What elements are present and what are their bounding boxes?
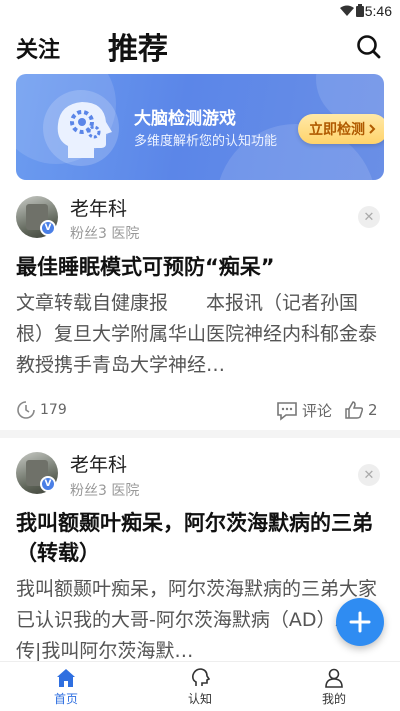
status-bar: 5:46: [0, 0, 400, 24]
verified-icon: V: [40, 476, 56, 492]
author-name[interactable]: 老年科: [70, 194, 127, 221]
comment-icon: [277, 401, 297, 421]
top-nav: 关注 推荐: [0, 22, 400, 68]
comment-button[interactable]: 评论: [276, 400, 332, 421]
tab-follow[interactable]: 关注: [16, 32, 60, 64]
brain-test-banner[interactable]: 大脑检测游戏 多维度解析您的认知功能 立即检测: [16, 74, 384, 180]
banner-subtitle: 多维度解析您的认知功能: [134, 134, 278, 149]
like-count: 2: [368, 401, 378, 419]
post-card[interactable]: V 老年科 粉丝3 医院 ✕ 最佳睡眠模式可预防“痴呆” 文章转载自健康报 本报…: [0, 186, 400, 430]
verified-icon: V: [40, 220, 56, 236]
tab-recommend[interactable]: 推荐: [108, 24, 168, 68]
nav-cognition[interactable]: 认知: [150, 662, 250, 711]
plus-icon: [349, 611, 371, 633]
nav-profile-label: 我的: [321, 692, 346, 706]
view-count-value: 179: [40, 402, 67, 418]
nav-profile[interactable]: 我的: [284, 662, 384, 711]
post-footer: 179 评论 2: [0, 400, 400, 428]
nav-cognition-label: 认知: [187, 692, 212, 706]
close-icon[interactable]: ✕: [358, 206, 380, 228]
search-icon[interactable]: [356, 34, 382, 60]
chevron-right-icon: [369, 124, 376, 134]
nav-home-label: 首页: [53, 692, 78, 706]
post-title[interactable]: 我叫额颞叶痴呆，阿尔茨海默病的三弟（转载）: [16, 508, 386, 568]
bottom-nav: 首页 认知 我的: [0, 661, 400, 711]
battery-icon: [356, 4, 364, 17]
views-icon: [17, 401, 35, 419]
banner-title: 大脑检测游戏: [134, 109, 236, 129]
start-test-label: 立即检测: [309, 122, 365, 138]
divider: [0, 430, 400, 438]
comment-label: 评论: [302, 402, 333, 420]
nav-home[interactable]: 首页: [16, 662, 116, 711]
close-icon[interactable]: ✕: [358, 464, 380, 486]
author-meta: 粉丝3 医院: [70, 483, 140, 499]
brain-icon: [192, 668, 210, 686]
status-time: 5:46: [364, 3, 392, 19]
wifi-icon: [340, 5, 354, 16]
post-excerpt[interactable]: 文章转载自健康报 本报讯（记者孙国根）复旦大学附属华山医院神经内科郁金泰教授携手…: [16, 288, 386, 381]
person-icon: [325, 668, 343, 688]
post-excerpt[interactable]: 我叫额颞叶痴呆，阿尔茨海默病的三弟大家已认识我的大哥-阿尔茨海默病（AD）AD小…: [16, 574, 386, 661]
home-icon: [57, 669, 75, 687]
brain-head-icon: [43, 90, 119, 166]
view-count: 179: [16, 400, 67, 420]
add-post-button[interactable]: [336, 598, 384, 646]
thumbs-up-icon: [345, 401, 364, 419]
like-button[interactable]: 2: [344, 400, 378, 420]
author-meta: 粉丝3 医院: [70, 226, 140, 242]
author-name[interactable]: 老年科: [70, 450, 127, 477]
post-title[interactable]: 最佳睡眠模式可预防“痴呆”: [16, 252, 386, 282]
start-test-button[interactable]: 立即检测: [298, 114, 384, 144]
